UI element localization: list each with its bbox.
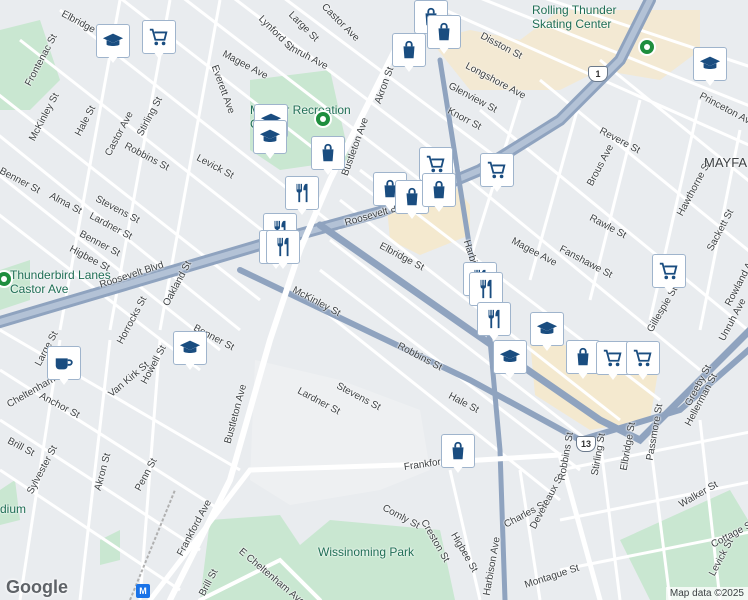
shopping-cart-icon	[596, 341, 630, 375]
marker-pointer	[607, 372, 619, 380]
poi-marker[interactable]	[652, 254, 686, 294]
marker-pointer	[184, 362, 196, 370]
poi-marker[interactable]	[596, 341, 630, 381]
marker-pointer	[704, 78, 716, 86]
shopping-cart-icon	[626, 341, 660, 375]
park-pin-icon[interactable]	[638, 38, 656, 56]
shopping-bag-icon	[311, 136, 345, 170]
fork-knife-icon	[477, 302, 511, 336]
poi-marker[interactable]	[477, 302, 511, 342]
metro-station-icon[interactable]: M	[136, 584, 150, 598]
marker-pointer	[541, 343, 553, 351]
shopping-cart-icon	[652, 254, 686, 288]
place-label[interactable]: dium	[0, 502, 26, 516]
marker-pointer	[322, 167, 334, 175]
shopping-bag-icon	[392, 33, 426, 67]
marker-pointer	[153, 51, 165, 59]
graduation-cap-icon	[530, 312, 564, 346]
marker-pointer	[406, 211, 418, 219]
poi-marker[interactable]	[422, 173, 456, 213]
marker-pointer	[433, 204, 445, 212]
poi-marker[interactable]	[493, 340, 527, 380]
poi-marker[interactable]	[173, 331, 207, 371]
marker-pointer	[577, 371, 589, 379]
fork-knife-icon	[285, 176, 319, 210]
marker-pointer	[264, 151, 276, 159]
shopping-bag-icon	[422, 173, 456, 207]
graduation-cap-icon	[493, 340, 527, 374]
marker-pointer	[277, 261, 289, 269]
shopping-bag-icon	[566, 340, 600, 374]
park-pin-icon[interactable]	[314, 110, 332, 128]
poi-marker[interactable]	[311, 136, 345, 176]
graduation-cap-icon	[96, 24, 130, 58]
poi-marker[interactable]	[96, 24, 130, 64]
marker-pointer	[504, 371, 516, 379]
poi-marker[interactable]	[693, 47, 727, 87]
poi-marker[interactable]	[480, 153, 514, 193]
poi-marker[interactable]	[441, 434, 475, 474]
map-canvas[interactable]: Elbridge St Frontenac St McKinley St Hale S…	[0, 0, 748, 600]
fork-knife-icon	[469, 272, 503, 306]
coffee-cup-icon	[47, 346, 81, 380]
marker-pointer	[637, 372, 649, 380]
graduation-cap-icon	[693, 47, 727, 81]
place-label[interactable]: Wissinoming Park	[318, 545, 418, 559]
poi-marker[interactable]	[142, 20, 176, 60]
map-attribution[interactable]: Map data ©2025	[665, 587, 748, 600]
marker-pointer	[452, 465, 464, 473]
place-label[interactable]: Thunderbird Lanes Castor Ave	[10, 268, 140, 296]
route-shield: 13	[576, 436, 596, 452]
map-base	[0, 0, 748, 600]
marker-pointer	[663, 285, 675, 293]
shopping-bag-icon	[427, 15, 461, 49]
poi-marker[interactable]	[626, 341, 660, 381]
graduation-cap-icon	[253, 120, 287, 154]
poi-marker[interactable]	[285, 176, 319, 216]
google-logo[interactable]: Google	[6, 577, 68, 598]
graduation-cap-icon	[173, 331, 207, 365]
place-label[interactable]: MAYFAIR	[704, 156, 748, 170]
poi-marker[interactable]	[392, 33, 426, 73]
poi-marker[interactable]	[266, 230, 300, 270]
shopping-cart-icon	[480, 153, 514, 187]
marker-pointer	[491, 184, 503, 192]
shopping-cart-icon	[142, 20, 176, 54]
marker-pointer	[107, 55, 119, 63]
marker-pointer	[438, 46, 450, 54]
poi-marker[interactable]	[47, 346, 81, 386]
poi-marker[interactable]	[530, 312, 564, 352]
place-label[interactable]: Rolling Thunder Skating Center	[532, 3, 642, 31]
poi-marker[interactable]	[253, 120, 287, 160]
poi-marker[interactable]	[566, 340, 600, 380]
marker-pointer	[403, 64, 415, 72]
poi-marker[interactable]	[427, 15, 461, 55]
fork-knife-icon	[266, 230, 300, 264]
marker-pointer	[58, 377, 70, 385]
route-shield: 1	[588, 66, 608, 82]
marker-pointer	[296, 207, 308, 215]
shopping-bag-icon	[441, 434, 475, 468]
